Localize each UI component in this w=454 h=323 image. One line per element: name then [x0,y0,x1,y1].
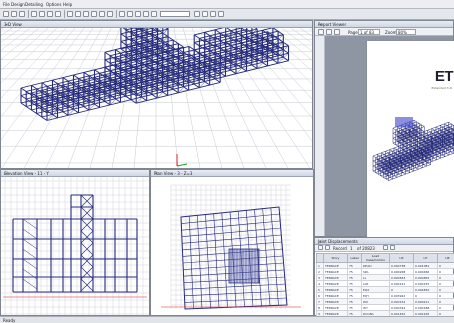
plan-titlebar: Plan View - 3 - Z=3 × [151,170,313,177]
previous-record-icon[interactable] [325,245,330,250]
elevation-title: Elevation View - 11 - Y [4,171,49,176]
page-input[interactable]: 1 of 83 [358,29,380,35]
undo-icon[interactable] [31,11,37,17]
refresh-icon[interactable] [47,11,53,17]
elevation-frame [12,194,138,293]
toolbar-separator [64,10,65,18]
deformed-shape-icon[interactable] [218,11,224,17]
column-header[interactable]: UX [389,253,414,263]
pan-icon[interactable] [107,11,113,17]
zoom-label: Zoom [385,30,397,35]
elevation-titlebar: Elevation View - 11 - Y × [1,170,149,177]
column-header[interactable]: Load Case/Combo [361,253,390,263]
report-highlight-region [395,117,413,127]
column-header[interactable] [316,253,324,263]
rotate-icon[interactable] [151,11,157,17]
record-value[interactable]: 1 [350,246,353,251]
plan-grid [170,184,291,309]
status-text: Ready [3,318,16,323]
report-titlebar: Report Viewer × [315,21,453,28]
plan-canvas[interactable] [151,177,313,315]
view-3d-icon[interactable] [119,11,125,17]
zoom-window-icon[interactable] [83,11,89,17]
toolbar-separator [28,10,29,18]
first-record-icon[interactable] [318,245,323,250]
column-header[interactable]: UZ [437,253,454,263]
snap-icon[interactable] [194,11,200,17]
column-header[interactable]: Story [323,253,348,263]
view-yz-icon[interactable] [143,11,149,17]
view-select[interactable] [160,11,190,17]
report-frame-image [372,119,454,181]
redo-icon[interactable] [39,11,45,17]
menu-help[interactable]: Help [63,2,72,7]
joint-displacement-table[interactable]: Story Label Load Case/Combo UX UY UZ 1 TE… [316,253,454,323]
view-3d-panel: 3-D View × [0,20,313,169]
report-viewer-panel: Report Viewer × Page 1 of 83 Zoom 80% ET… [314,20,454,237]
record-label: Record [333,246,347,251]
report-page-area: ET Extended 3-D [325,36,454,237]
report-model-image [372,117,454,181]
menu-file[interactable]: File [3,2,10,7]
record-count: of 20823 [357,246,375,251]
report-subtitle: Extended 3-D [431,86,452,90]
view-xz-icon[interactable] [135,11,141,17]
close-icon[interactable]: × [318,239,323,244]
menu-detailing[interactable]: Detailing [25,2,43,7]
menu-bar: File Design Detailing Options Help [0,0,454,9]
report-toolbar: Page 1 of 83 Zoom 80% [315,28,453,36]
close-icon[interactable]: × [4,171,9,176]
tables-titlebar: Joint Displacements × [315,238,453,245]
column-header[interactable]: UY [413,253,438,263]
save-icon[interactable] [19,11,25,17]
menu-options[interactable]: Options [46,2,61,7]
first-page-icon[interactable] [334,29,340,35]
model-3d-canvas[interactable] [1,28,312,168]
plan-core [228,248,260,284]
report-outline-pane[interactable] [315,36,325,236]
pointer-icon[interactable] [75,11,81,17]
zoom-out-icon[interactable] [99,11,105,17]
close-icon[interactable]: × [318,22,323,27]
elevation-view-panel: Elevation View - 11 - Y × [0,169,150,316]
table-header-row: Story Label Load Case/Combo UX UY UZ [316,253,454,263]
export-icon[interactable] [326,29,332,35]
toolbar-separator [116,10,117,18]
view-3d-titlebar: 3-D View × [1,21,312,28]
close-icon[interactable]: × [154,171,159,176]
status-bar: Ready [0,316,454,323]
zoom-in-icon[interactable] [91,11,97,17]
grid-icon[interactable] [202,11,208,17]
elevation-canvas[interactable] [1,177,149,315]
view-xy-icon[interactable] [127,11,133,17]
tables-panel: Joint Displacements × Record 1 of 20823 … [314,237,454,323]
plan-title: Plan View - 3 - Z=3 [154,171,193,176]
tables-toolbar: Record 1 of 20823 [315,245,453,252]
last-record-icon[interactable] [390,245,395,250]
display-icon[interactable] [210,11,216,17]
close-icon[interactable]: × [4,22,9,27]
report-logo-text: ET [434,68,454,85]
page-label: Page [348,30,358,35]
axis-x-marker [176,163,188,167]
lock-icon[interactable] [55,11,61,17]
new-icon[interactable] [3,11,9,17]
toolbar [0,9,454,20]
zoom-select[interactable]: 80% [396,29,416,35]
plan-view-panel: Plan View - 3 - Z=3 × [150,169,314,316]
tables-title: Joint Displacements [318,239,358,244]
print-icon[interactable] [318,29,324,35]
menu-design[interactable]: Design [11,2,25,7]
run-analysis-icon[interactable] [67,11,73,17]
open-icon[interactable] [11,11,17,17]
report-page: ET Extended 3-D [367,41,454,237]
column-header[interactable]: Label [347,253,362,263]
next-record-icon[interactable] [383,245,388,250]
